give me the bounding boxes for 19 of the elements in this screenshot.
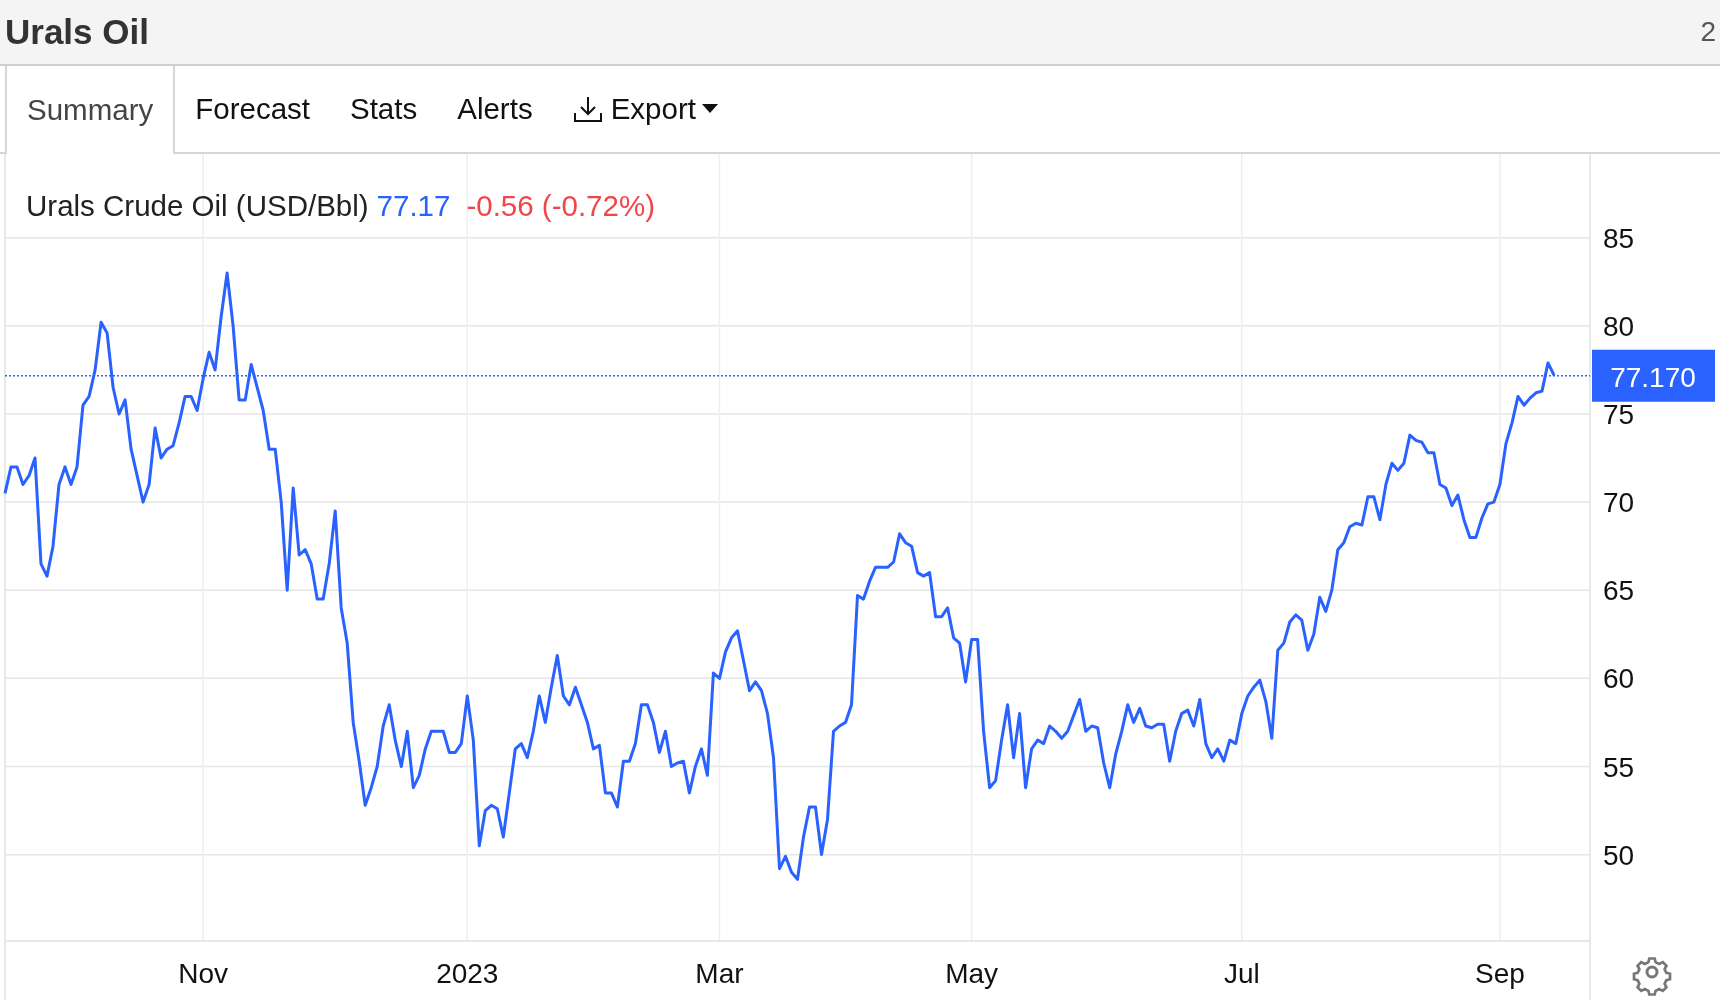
x-axis-label: May: [945, 958, 999, 989]
ref-line-label: 77.170: [1610, 361, 1696, 393]
y-axis-label: 75: [1603, 399, 1635, 430]
x-axis-label: 2023: [436, 958, 499, 989]
last-price-badge: 77.170: [1592, 349, 1715, 402]
x-axis-label: Jul: [1223, 958, 1260, 989]
y-axis-label: 50: [1603, 839, 1635, 871]
y-axis-label: 65: [1603, 575, 1635, 607]
y-axis-label: 80: [1603, 310, 1635, 342]
x-axis-label: Sep: [1475, 958, 1525, 989]
corner-text: 2: [1700, 16, 1717, 48]
y-axis-label: 85: [1603, 222, 1635, 254]
y-axis-label: 55: [1603, 751, 1635, 783]
y-axis-label: 70: [1603, 487, 1635, 519]
x-axis-label: Nov: [178, 958, 228, 989]
x-axis-label: Mar: [695, 958, 744, 989]
chart-legend: Urals Crude Oil (USD/Bbl) 77.17 -0.56 (-0.72%): [26, 189, 655, 222]
page-title: Urals Oil: [5, 12, 149, 52]
y-axis-label: 60: [1603, 663, 1635, 695]
